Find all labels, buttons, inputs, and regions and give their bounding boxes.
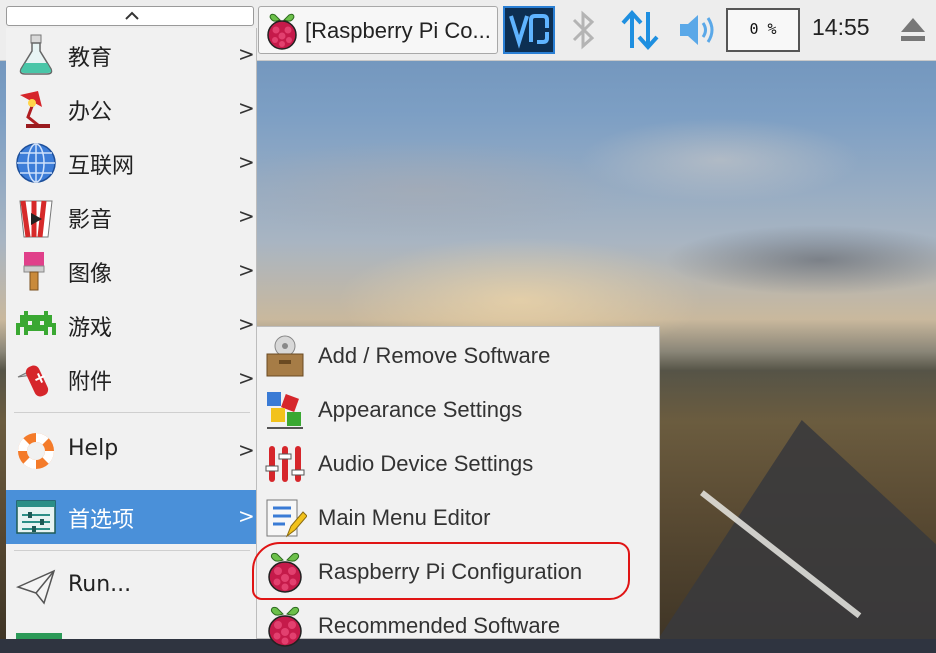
menu-item-label: 影音 xyxy=(68,208,113,233)
clock[interactable]: 14:55 xyxy=(812,14,870,41)
menu-item-partial-icon xyxy=(16,633,62,639)
menu-item-label: 图像 xyxy=(68,262,113,287)
menu-item-label: 教育 xyxy=(68,46,113,71)
submenu-arrow-icon: > xyxy=(238,96,255,120)
menu-item-label: 互联网 xyxy=(68,154,135,179)
submenu-arrow-icon: > xyxy=(238,150,255,174)
pocket-knife-icon xyxy=(17,365,49,397)
menu-item-accessories[interactable]: 附件 > xyxy=(6,352,256,406)
menu-separator xyxy=(14,550,250,551)
submenu-arrow-icon: > xyxy=(238,504,255,528)
film-popcorn-icon xyxy=(19,200,53,238)
raspberry-pi-icon xyxy=(268,607,302,647)
menu-item-games[interactable]: 游戏 > xyxy=(6,298,256,352)
cpu-monitor[interactable]: 0 % xyxy=(726,8,800,52)
mixer-sliders-icon xyxy=(265,446,305,482)
menu-item-label: 游戏 xyxy=(68,316,113,341)
paintbrush-icon xyxy=(23,252,45,291)
submenu-item-label: Audio Device Settings xyxy=(318,451,534,476)
menu-separator xyxy=(14,412,250,413)
eject-icon[interactable] xyxy=(898,14,928,46)
taskbar-window-title: [Raspberry Pi Co... xyxy=(305,18,491,43)
menu-item-label: 办公 xyxy=(68,100,113,125)
submenu-item-audio-device-settings[interactable]: Audio Device Settings xyxy=(257,437,659,491)
submenu-item-label: Recommended Software xyxy=(318,613,561,638)
submenu-item-raspberry-pi-configuration[interactable]: Raspberry Pi Configuration xyxy=(257,545,659,599)
submenu-arrow-icon: > xyxy=(238,42,255,66)
menu-item-internet[interactable]: 互联网 > xyxy=(6,136,256,190)
vnc-icon[interactable] xyxy=(503,6,555,54)
submenu-arrow-icon: > xyxy=(238,258,255,282)
color-swatch-icon xyxy=(267,392,303,429)
bluetooth-icon[interactable] xyxy=(568,8,598,52)
globe-icon xyxy=(16,143,56,183)
menu-item-label: 首选项 xyxy=(68,508,135,533)
menu-item-label: 附件 xyxy=(68,370,113,395)
submenu-item-label: Add / Remove Software xyxy=(318,343,551,368)
cpu-usage-value: 0 % xyxy=(749,20,777,38)
preferences-submenu: Add / Remove Software Appearance Setting… xyxy=(256,326,660,647)
menu-item-graphics[interactable]: 图像 > xyxy=(6,244,256,298)
submenu-item-label: Appearance Settings xyxy=(318,397,523,422)
submenu-item-add-remove-software[interactable]: Add / Remove Software xyxy=(257,329,659,383)
menu-item-education[interactable]: 教育 > xyxy=(6,28,256,82)
main-menu: 教育 > 办公 > 互联网 > 影音 > 图像 > 游戏 > 附件 > Help… xyxy=(6,28,257,639)
menu-item-multimedia[interactable]: 影音 > xyxy=(6,190,256,244)
raspberry-pi-icon xyxy=(268,553,302,593)
flask-icon xyxy=(19,34,53,75)
submenu-item-label: Main Menu Editor xyxy=(318,505,491,530)
submenu-arrow-icon: > xyxy=(238,366,255,390)
package-icon xyxy=(266,335,304,377)
submenu-item-label: Raspberry Pi Configuration xyxy=(318,559,583,584)
submenu-arrow-icon: > xyxy=(238,312,255,336)
raspberry-pi-icon xyxy=(267,13,297,50)
menu-item-run[interactable]: Run... xyxy=(6,560,256,614)
submenu-item-recommended-software[interactable]: Recommended Software xyxy=(257,599,659,653)
network-arrows-icon[interactable] xyxy=(620,8,660,52)
space-invader-icon xyxy=(16,311,56,335)
paper-plane-icon xyxy=(15,569,56,605)
menu-scroll-up-button[interactable] xyxy=(6,6,254,26)
volume-icon[interactable] xyxy=(676,10,720,50)
menu-item-help[interactable]: Help > xyxy=(6,424,256,478)
desk-lamp-icon xyxy=(20,91,50,128)
submenu-item-main-menu-editor[interactable]: Main Menu Editor xyxy=(257,491,659,545)
submenu-item-appearance-settings[interactable]: Appearance Settings xyxy=(257,383,659,437)
chevron-up-icon xyxy=(125,11,139,20)
menu-item-office[interactable]: 办公 > xyxy=(6,82,256,136)
menu-item-label: Help xyxy=(68,436,119,461)
submenu-arrow-icon: > xyxy=(238,204,255,228)
menu-editor-icon xyxy=(266,499,307,538)
settings-panel-icon xyxy=(16,500,56,534)
menu-item-preferences[interactable]: 首选项 > xyxy=(6,490,256,544)
submenu-arrow-icon: > xyxy=(238,438,255,462)
taskbar-window-button[interactable]: [Raspberry Pi Co... xyxy=(258,6,498,54)
menu-item-label: Run... xyxy=(68,572,132,597)
lifebuoy-icon xyxy=(18,433,54,469)
